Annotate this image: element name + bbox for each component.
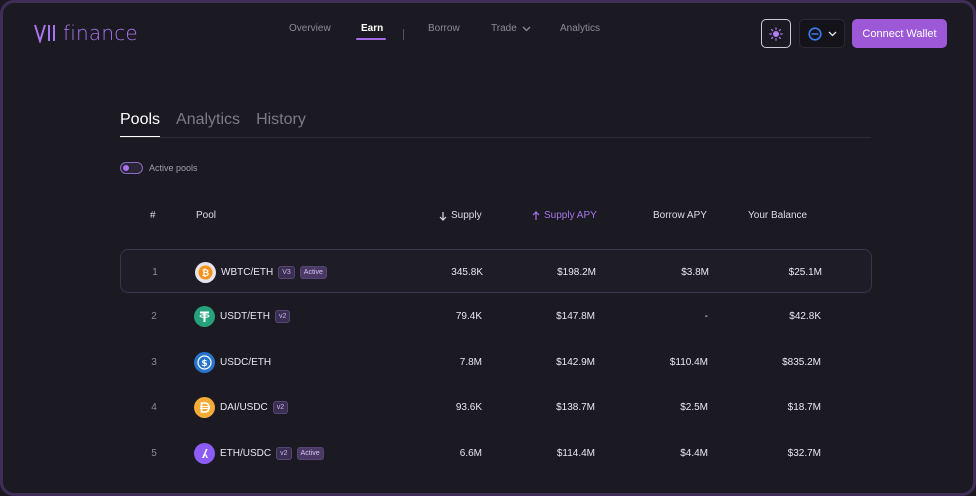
row-supply-apy: $142.9M [556,356,595,368]
active-pools-toggle[interactable] [120,162,143,174]
row-index: 2 [151,310,157,322]
nav-trade[interactable]: Trade [491,23,531,34]
row-index: 3 [151,356,157,368]
row-pool: USDT/ETH v2 [194,294,291,338]
row-supply-apy: $198.2M [557,266,596,278]
app-window: finance Overview Earn Borrow Trade Analy… [0,0,976,496]
row-supply: 7.8M [459,356,482,368]
column-header-pool-label: Pool [196,210,217,221]
active-pools-label: Active pools [149,163,198,173]
nav-analytics[interactable]: Analytics [560,23,600,34]
tabs-divider [120,137,871,138]
column-header-index-label: # [150,210,156,221]
version-badge: v2 [272,400,289,414]
pool-name: USDT/ETH [220,310,270,322]
nav-earn[interactable]: Earn [361,23,383,34]
column-header-balance-label: Your Balance [748,210,808,221]
row-index: 1 [152,266,158,278]
column-header-supply-apy-label: Supply APY [544,210,597,221]
nav-divider [403,29,404,40]
version-badge: v2 [275,309,291,323]
row-borrow-apy: $2.5M [680,401,708,413]
column-header-supply-label: Supply [451,210,482,221]
row-pool: DAI/USDC v2 [194,385,289,429]
nav-borrow-label: Borrow [428,23,460,34]
section-tabs: Pools Analytics History [120,111,306,138]
connect-wallet-button[interactable]: Connect Wallet [852,19,947,48]
nav-earn-label: Earn [361,23,384,34]
table-row[interactable]: 2 USDT/ETH v2 79.4K $147.8M - $42.8K [120,294,872,338]
table-row[interactable]: 5 ETH/USDC v2 Active 6.6M $114.4M $4.4M … [120,431,872,475]
bitcoin-icon: ₿ [195,261,216,283]
column-header-supply[interactable]: Supply [439,210,482,221]
svg-text:$: $ [201,359,207,369]
version-badge: v2 [276,446,292,460]
row-pool: $ USDC/ETH [194,340,271,384]
nav-borrow[interactable]: Borrow [428,23,460,34]
row-borrow-apy: $3.8M [681,266,709,278]
column-header-borrow-apy[interactable]: Borrow APY [653,210,707,221]
column-header-supply-apy[interactable]: Supply APY [532,210,597,221]
row-borrow-apy: $110.4M [669,356,708,368]
network-select-button[interactable] [799,19,845,48]
dai-icon [194,396,215,418]
row-balance: $25.1M [788,266,822,278]
column-header-balance[interactable]: Your Balance [748,210,807,221]
column-header-borrow-apy-label: Borrow APY [653,210,707,221]
row-supply: 345.8K [451,266,483,278]
row-supply: 93.6K [455,401,482,413]
toggle-knob [123,165,129,171]
arrow-up-icon [532,210,540,220]
row-supply-apy: $147.8M [556,310,595,322]
version-badge: V3 [278,265,295,279]
pool-name: DAI/USDC [220,401,268,413]
tab-analytics[interactable]: Analytics [176,111,240,138]
row-pool: ETH/USDC v2 Active [194,431,324,475]
active-pools-filter: Active pools [120,162,198,174]
tab-history[interactable]: History [256,111,306,138]
nav-active-indicator [356,38,386,40]
nav-analytics-label: Analytics [560,23,601,34]
pool-name: USDC/ETH [220,356,272,368]
row-supply: 6.6M [459,447,482,459]
row-index: 5 [151,447,157,459]
row-index: 4 [151,401,157,413]
nav-trade-label: Trade [491,23,517,34]
theme-toggle-button[interactable] [761,19,791,48]
row-borrow-apy: - [704,310,708,322]
chevron-down-icon [522,26,531,31]
pool-name: WBTC/ETH [221,266,274,278]
tether-icon [194,305,215,327]
row-pool: ₿ WBTC/ETH V3 Active [195,250,327,294]
usdc-icon: $ [194,351,215,373]
table-row[interactable]: 3 $ USDC/ETH 7.8M $142.9M $110.4M $835.2… [120,340,872,384]
network-icon [807,26,822,41]
svg-text:₿: ₿ [202,268,209,279]
table-row[interactable]: 4 DAI/USDC v2 93.6K $138.7M $2.5M $18.7M [120,385,872,429]
row-balance: $835.2M [782,356,821,368]
nav-overview-label: Overview [289,23,331,34]
column-header-pool[interactable]: Pool [196,210,216,221]
table-row[interactable]: 1 ₿ WBTC/ETH V3 Active 345.8K $198.2M $3… [120,249,872,293]
row-supply-apy: $114.4M [556,447,595,459]
row-borrow-apy: $4.4M [680,447,708,459]
row-balance: $32.7M [787,447,821,459]
row-supply: 79.4K [455,310,482,322]
active-badge: Active [296,446,324,460]
nav-overview[interactable]: Overview [289,23,331,34]
arrow-down-icon [439,211,447,221]
row-balance: $42.8K [789,310,821,322]
pool-name: ETH/USDC [220,447,272,459]
sun-icon [769,26,783,41]
row-balance: $18.7M [787,401,821,413]
column-header-index: # [150,210,156,221]
arbitrum-icon [194,442,215,464]
active-badge: Active [299,265,327,279]
row-supply-apy: $138.7M [556,401,595,413]
chevron-down-icon [828,31,836,36]
tab-pools[interactable]: Pools [120,111,161,138]
